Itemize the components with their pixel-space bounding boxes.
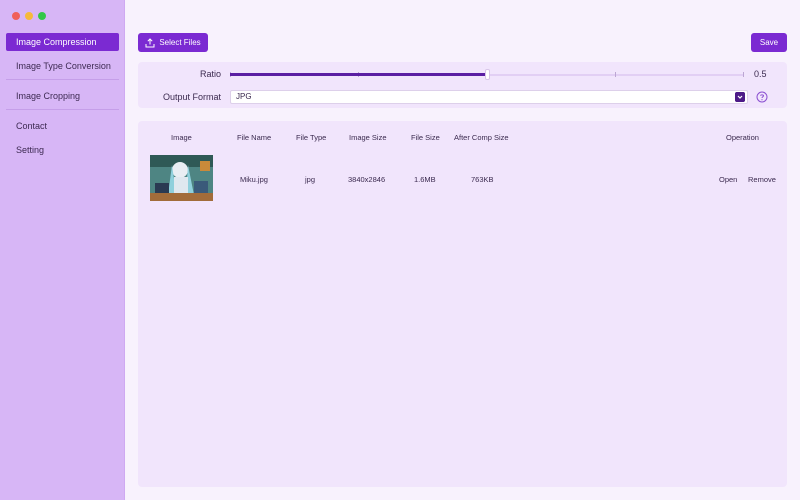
ratio-slider-fill (230, 73, 487, 76)
column-header-after-comp-size: After Comp Size (454, 133, 509, 142)
column-header-image: Image (171, 133, 192, 142)
output-format-select[interactable]: JPG (230, 90, 748, 104)
output-format-label: Output Format (162, 92, 221, 102)
upload-icon (145, 37, 155, 47)
sidebar-divider (6, 79, 119, 80)
ratio-label: Ratio (199, 69, 221, 79)
column-header-file-type: File Type (296, 133, 327, 142)
sidebar: Image Compression Image Type Conversion … (0, 0, 125, 500)
main-content: Select Files Save Ratio 0.5 Output Forma… (125, 0, 800, 500)
sidebar-nav: Image Compression Image Type Conversion … (6, 33, 119, 165)
sidebar-divider (6, 109, 119, 110)
sidebar-item-image-type-conversion[interactable]: Image Type Conversion (6, 57, 119, 75)
cell-file-name: Miku.jpg (240, 175, 268, 184)
remove-link[interactable]: Remove (748, 175, 776, 184)
sidebar-item-image-cropping[interactable]: Image Cropping (6, 87, 119, 105)
sidebar-item-image-compression[interactable]: Image Compression (6, 33, 119, 51)
thumbnail-illustration (150, 155, 213, 201)
ratio-slider[interactable] (230, 69, 744, 80)
output-format-value: JPG (236, 92, 252, 101)
window-controls (12, 12, 46, 20)
sidebar-item-contact[interactable]: Contact (6, 117, 119, 135)
maximize-window-button[interactable] (38, 12, 46, 20)
select-files-button[interactable]: Select Files (138, 33, 208, 52)
sidebar-item-setting[interactable]: Setting (6, 141, 119, 159)
chevron-down-icon (735, 92, 745, 102)
cell-image-size: 3840x2846 (348, 175, 386, 184)
column-header-file-name: File Name (237, 133, 272, 142)
ratio-slider-handle[interactable] (485, 69, 490, 80)
cell-file-type: jpg (305, 175, 316, 184)
cell-file-size: 1.6MB (414, 175, 436, 184)
slider-tick (743, 72, 744, 77)
image-thumbnail (150, 155, 213, 201)
slider-tick (615, 72, 616, 77)
save-button[interactable]: Save (751, 33, 787, 52)
open-link[interactable]: Open (719, 175, 737, 184)
column-header-image-size: Image Size (349, 133, 387, 142)
minimize-window-button[interactable] (25, 12, 33, 20)
column-header-operation: Operation (726, 133, 759, 142)
settings-panel: Ratio 0.5 Output Format JPG (138, 62, 787, 108)
close-window-button[interactable] (12, 12, 20, 20)
column-header-file-size: File Size (411, 133, 440, 142)
file-table: Image File Name File Type Image Size Fil… (138, 121, 787, 487)
select-files-label: Select Files (159, 38, 201, 47)
ratio-value: 0.5 (754, 69, 767, 79)
help-icon[interactable] (756, 91, 768, 103)
cell-after-comp-size: 763KB (471, 175, 494, 184)
